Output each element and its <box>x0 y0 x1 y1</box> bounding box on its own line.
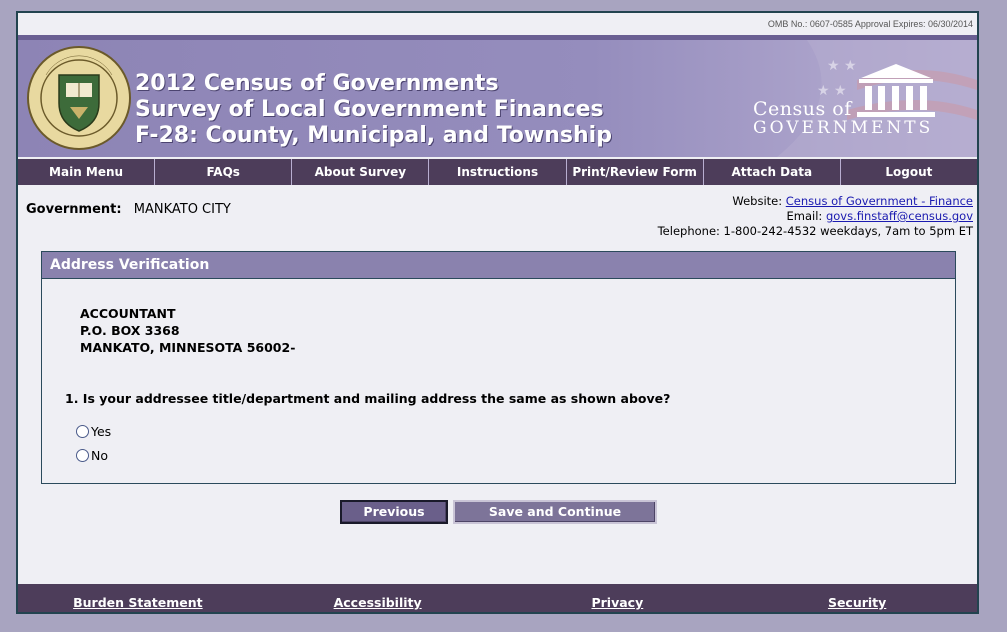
logo-line-2: GOVERNMENTS <box>753 118 934 138</box>
omb-notice: OMB No.: 0607-0585 Approval Expires: 06/… <box>767 19 973 29</box>
census-of-governments-logo: Census of GOVERNMENTS <box>753 62 939 142</box>
government-info: Government: MANKATO CITY <box>26 202 231 217</box>
nav-attach-data[interactable]: Attach Data <box>704 159 841 185</box>
no-radio[interactable] <box>76 449 89 462</box>
nav-print-review-form[interactable]: Print/Review Form <box>567 159 704 185</box>
telephone-text: Telephone: 1-800-242-4532 weekdays, 7am … <box>657 224 973 238</box>
government-value: MANKATO CITY <box>133 202 231 217</box>
government-label: Government: <box>26 202 122 217</box>
page-frame: OMB No.: 0607-0585 Approval Expires: 06/… <box>16 11 979 614</box>
nav-about-survey[interactable]: About Survey <box>292 159 430 185</box>
save-and-continue-button[interactable]: Save and Continue <box>453 500 657 524</box>
previous-button[interactable]: Previous <box>340 500 448 524</box>
address-line-1: ACCOUNTANT <box>80 306 176 321</box>
title-line-3: F-28: County, Municipal, and Township <box>135 123 612 148</box>
website-link[interactable]: Census of Government - Finance <box>786 194 973 208</box>
address-question: 1. Is your addressee title/department an… <box>65 391 671 406</box>
nav-main-menu[interactable]: Main Menu <box>18 159 156 185</box>
capitol-building-icon <box>857 64 935 117</box>
title-line-2: Survey of Local Government Finances <box>135 97 604 122</box>
logo-line-1: Census of <box>753 98 852 120</box>
nav-instructions[interactable]: Instructions <box>429 159 567 185</box>
nav-faqs[interactable]: FAQs <box>155 159 293 185</box>
survey-title: 2012 Census of Governments Survey of Loc… <box>135 71 612 149</box>
address-line-3: MANKATO, MINNESOTA 56002- <box>80 340 296 355</box>
footer-burden-statement[interactable]: Burden Statement <box>18 584 258 612</box>
title-line-1: 2012 Census of Governments <box>135 71 499 96</box>
header-banner: 2012 Census of Governments Survey of Loc… <box>18 35 977 157</box>
panel-title: Address Verification <box>42 252 955 279</box>
email-link[interactable]: govs.finstaff@census.gov <box>826 209 973 223</box>
website-label: Website: <box>732 194 783 208</box>
nav-logout[interactable]: Logout <box>841 159 977 185</box>
no-label[interactable]: No <box>91 448 108 463</box>
yes-label[interactable]: Yes <box>91 424 111 439</box>
footer-privacy[interactable]: Privacy <box>498 584 738 612</box>
commerce-seal-icon <box>27 46 131 150</box>
contact-info: Website: Census of Government - Finance … <box>658 194 973 239</box>
option-yes-row[interactable]: Yes <box>76 424 111 439</box>
footer-security[interactable]: Security <box>737 584 977 612</box>
option-no-row[interactable]: No <box>76 448 108 463</box>
email-label: Email: <box>786 209 823 223</box>
footer: Burden Statement Accessibility Privacy S… <box>18 584 977 612</box>
main-navigation: Main Menu FAQs About Survey Instructions… <box>18 159 977 185</box>
address-verification-panel: Address Verification ACCOUNTANT P.O. BOX… <box>41 251 956 484</box>
yes-radio[interactable] <box>76 425 89 438</box>
address-line-2: P.O. BOX 3368 <box>80 323 180 338</box>
mailing-address: ACCOUNTANT P.O. BOX 3368 MANKATO, MINNES… <box>80 305 295 356</box>
footer-accessibility[interactable]: Accessibility <box>258 584 498 612</box>
